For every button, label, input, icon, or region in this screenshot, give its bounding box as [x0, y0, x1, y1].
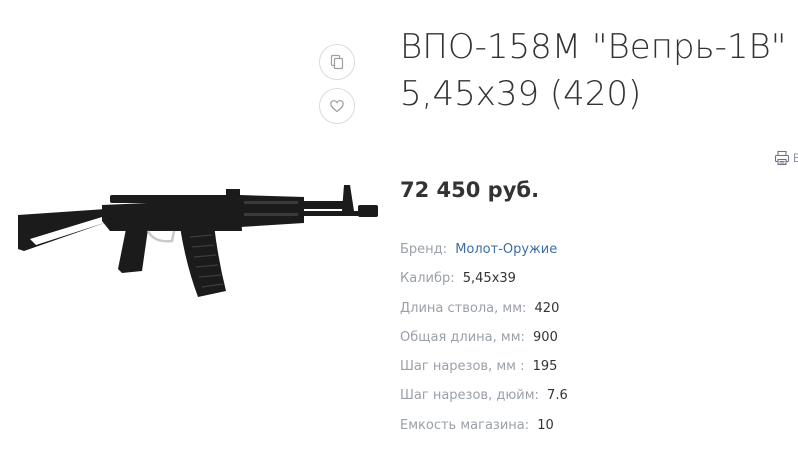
compare-icon — [330, 54, 344, 70]
pistol-grip — [118, 229, 148, 273]
receiver — [102, 199, 242, 231]
printer-icon — [774, 150, 790, 166]
property-total-length: Общая длина, мм: 900 — [400, 326, 568, 355]
property-name: Бренд: — [400, 242, 448, 257]
handguard — [240, 195, 304, 227]
properties-list: Бренд: Молот-Оружие Калибр: 5,45х39 Длин… — [400, 238, 568, 443]
property-name: Шаг нарезов, мм : — [400, 359, 525, 375]
product-title-line1: ВПО-158М "Вепрь-1В" — [400, 27, 787, 67]
property-twist-inch: Шаг нарезов, дюйм: 7.6 — [400, 384, 568, 413]
product-title-line2: 5,45х39 (420) — [400, 74, 642, 114]
favorite-button[interactable] — [319, 88, 355, 124]
property-value: 900 — [533, 329, 558, 345]
heart-icon — [330, 100, 344, 113]
property-magazine-capacity: Емкость магазина: 10 — [400, 414, 568, 443]
property-value: 5,45х39 — [462, 271, 516, 287]
property-name: Общая длина, мм: — [400, 329, 525, 345]
print-link[interactable]: В — [774, 150, 798, 166]
property-value: 420 — [534, 300, 560, 316]
property-name: Емкость магазина: — [400, 417, 530, 433]
property-brand: Бренд: Молот-Оружие — [400, 238, 568, 267]
property-caliber: Калибр: 5,45х39 — [400, 267, 568, 296]
property-name: Калибр: — [400, 271, 455, 287]
property-value: 7.6 — [547, 388, 568, 404]
product-price: 72 450 руб. — [400, 178, 540, 202]
property-value: 10 — [537, 417, 554, 433]
product-image[interactable] — [14, 183, 384, 303]
property-barrel-length: Длина ствола, мм: 420 — [400, 297, 568, 326]
property-name: Длина ствола, мм: — [400, 300, 527, 316]
compare-button[interactable] — [319, 44, 355, 80]
brand-link[interactable]: Молот-Оружие — [455, 242, 557, 257]
property-value: 195 — [532, 359, 558, 375]
product-page: ВПО-158М "Вепрь-1В" 5,45х39 (420) В 72 4… — [0, 0, 798, 450]
property-name: Шаг нарезов, дюйм: — [400, 388, 539, 404]
product-title: ВПО-158М "Вепрь-1В" 5,45х39 (420) — [400, 24, 798, 118]
print-label: В — [793, 151, 798, 165]
property-twist-mm: Шаг нарезов, мм : 195 — [400, 355, 568, 384]
